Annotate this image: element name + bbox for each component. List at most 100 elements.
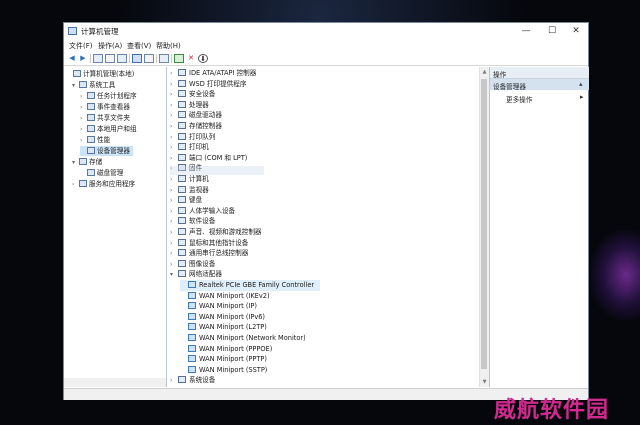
uninstall-icon[interactable]: ✕ [186, 54, 196, 63]
tree-item-device-manager[interactable]: 设备管理器 [80, 146, 133, 156]
actions-section-device-manager[interactable]: 设备管理器 ▴ [490, 79, 589, 91]
device-category[interactable]: › 人体学输入设备 [170, 206, 235, 217]
help-icon[interactable] [132, 54, 142, 63]
tree-item[interactable]: › 事件查看器 [80, 102, 130, 112]
device-category-icon [178, 153, 186, 161]
device-item[interactable]: Realtek PCIe GBE Family Controller [180, 280, 320, 291]
device-category[interactable]: › 磁盘驱动器 [170, 110, 222, 121]
device-category[interactable]: › WSD 打印提供程序 [170, 79, 246, 90]
update-driver-icon[interactable]: ⬇ [198, 54, 208, 63]
chevron-up-icon[interactable]: ▴ [579, 80, 583, 88]
device-category[interactable]: ▾ 网络适配器 [170, 269, 222, 280]
device-category[interactable]: › 端口 (COM 和 LPT) [170, 153, 247, 164]
device-label: 计算机 [189, 175, 209, 183]
show-hide-icon[interactable] [144, 54, 154, 63]
chevron-right-icon[interactable]: › [80, 114, 87, 124]
device-category[interactable]: › 图像设备 [170, 259, 215, 270]
device-label: 打印机 [189, 143, 209, 152]
device-item[interactable]: WAN Miniport (IP) [180, 301, 257, 312]
chevron-down-icon[interactable]: ▾ [72, 81, 79, 91]
chevron-right-icon[interactable]: › [72, 180, 79, 190]
chevron-right-icon[interactable]: › [80, 125, 87, 135]
storage-icon [79, 158, 87, 165]
tree-item[interactable]: ▾ 存储 [72, 157, 102, 167]
device-item[interactable]: WAN Miniport (SSTP) [180, 365, 267, 376]
menu-view[interactable]: 查看(V) [127, 41, 151, 51]
toolbar-separator [129, 54, 130, 63]
device-category-icon [178, 100, 186, 108]
tree-item[interactable]: › 任务计划程序 [80, 91, 137, 101]
device-category[interactable]: › 处理器 [170, 100, 209, 111]
device-category-icon [178, 196, 186, 204]
chevron-right-icon[interactable]: › [170, 376, 178, 387]
device-item[interactable]: WAN Miniport (IPv6) [180, 312, 265, 323]
tree-item[interactable]: › 共享文件夹 [80, 113, 130, 123]
scrollbar-thumb[interactable] [481, 79, 487, 369]
device-category[interactable]: › 计算机 [170, 174, 209, 185]
vertical-scrollbar[interactable]: ▲ ▼ [479, 67, 489, 387]
services-icon [79, 180, 87, 187]
chevron-right-icon[interactable]: › [80, 103, 87, 113]
horizontal-scrollbar[interactable] [64, 378, 166, 387]
device-category[interactable]: › 键盘 [170, 195, 202, 206]
minimize-button[interactable]: — [514, 24, 538, 38]
device-category[interactable]: › 通用串行总线控制器 [170, 248, 248, 259]
actions-section-label: 设备管理器 [493, 83, 526, 91]
menu-help[interactable]: 帮助(H) [156, 41, 181, 51]
title-bar[interactable]: 计算机管理 — ☐ ✕ [64, 23, 588, 39]
tree-item[interactable]: › 性能 [80, 135, 110, 145]
tree-item[interactable]: ▾ 系统工具 [72, 80, 115, 90]
device-item[interactable]: WAN Miniport (Network Monitor) [180, 333, 306, 344]
console-tree-icon[interactable] [93, 54, 103, 63]
back-icon[interactable]: ◀ [67, 54, 77, 63]
device-category[interactable]: › 监视器 [170, 185, 209, 196]
scroll-up-icon[interactable]: ▲ [481, 68, 488, 76]
shared-folder-icon [87, 114, 95, 121]
chevron-down-icon[interactable]: ▾ [170, 270, 178, 281]
tree-item[interactable]: › 服务和应用程序 [72, 179, 135, 189]
device-category[interactable]: › 打印机 [170, 142, 209, 153]
device-category[interactable]: › IDE ATA/ATAPI 控制器 [170, 68, 256, 79]
menu-file[interactable]: 文件(F) [69, 41, 93, 51]
maximize-button[interactable]: ☐ [540, 24, 564, 38]
device-label: 键盘 [189, 196, 203, 205]
device-item[interactable]: WAN Miniport (PPPOE) [180, 344, 272, 355]
device-item[interactable]: WAN Miniport (PPTP) [180, 354, 267, 365]
device-category[interactable]: › 软件设备 [170, 216, 215, 227]
tree-label: 事件查看器 [97, 103, 130, 111]
refresh-list-icon[interactable] [117, 54, 127, 63]
device-category-icon [178, 175, 186, 182]
scan-hardware-icon[interactable] [159, 54, 169, 63]
chevron-down-icon[interactable]: ▾ [72, 158, 79, 168]
device-item[interactable]: WAN Miniport (L2TP) [180, 322, 267, 333]
tree-item[interactable]: 磁盘管理 [80, 168, 123, 178]
properties-icon[interactable] [105, 54, 115, 63]
device-category[interactable]: › 系统设备 [170, 375, 215, 386]
menu-action[interactable]: 操作(A) [98, 41, 122, 51]
tree-label: 计算机管理(本地) [83, 70, 135, 78]
computer-icon [73, 70, 81, 77]
enable-device-icon[interactable] [174, 54, 184, 63]
device-category[interactable]: › 安全设备 [170, 89, 215, 100]
device-label: Realtek PCIe GBE Family Controller [199, 281, 315, 289]
actions-header: 操作 [490, 67, 589, 79]
device-item[interactable]: WAN Miniport (IKEv2) [180, 291, 270, 302]
close-button[interactable]: ✕ [564, 24, 588, 38]
device-label: WAN Miniport (SSTP) [199, 365, 268, 374]
device-category[interactable]: › 声音、视频和游戏控制器 [170, 227, 262, 238]
device-category[interactable]: › 打印队列 [170, 132, 215, 143]
actions-title: 操作 [493, 71, 507, 79]
clock-icon [87, 92, 95, 99]
more-actions-item[interactable]: 更多操作 ▸ [490, 92, 589, 104]
device-label: WAN Miniport (Network Monitor) [199, 334, 306, 342]
forward-icon[interactable]: ▶ [78, 54, 88, 63]
chevron-right-icon[interactable]: › [80, 136, 87, 146]
network-adapter-icon [188, 365, 196, 373]
device-category[interactable]: › 存储控制器 [170, 121, 222, 132]
chevron-right-icon[interactable]: › [80, 92, 87, 102]
device-category[interactable]: › 鼠标和其他指针设备 [170, 238, 248, 249]
tree-item[interactable]: › 本地用户和组 [80, 124, 137, 134]
tree-item[interactable]: 计算机管理(本地) [66, 69, 134, 79]
scroll-down-icon[interactable]: ▼ [481, 378, 488, 386]
device-category-icon [178, 249, 186, 257]
